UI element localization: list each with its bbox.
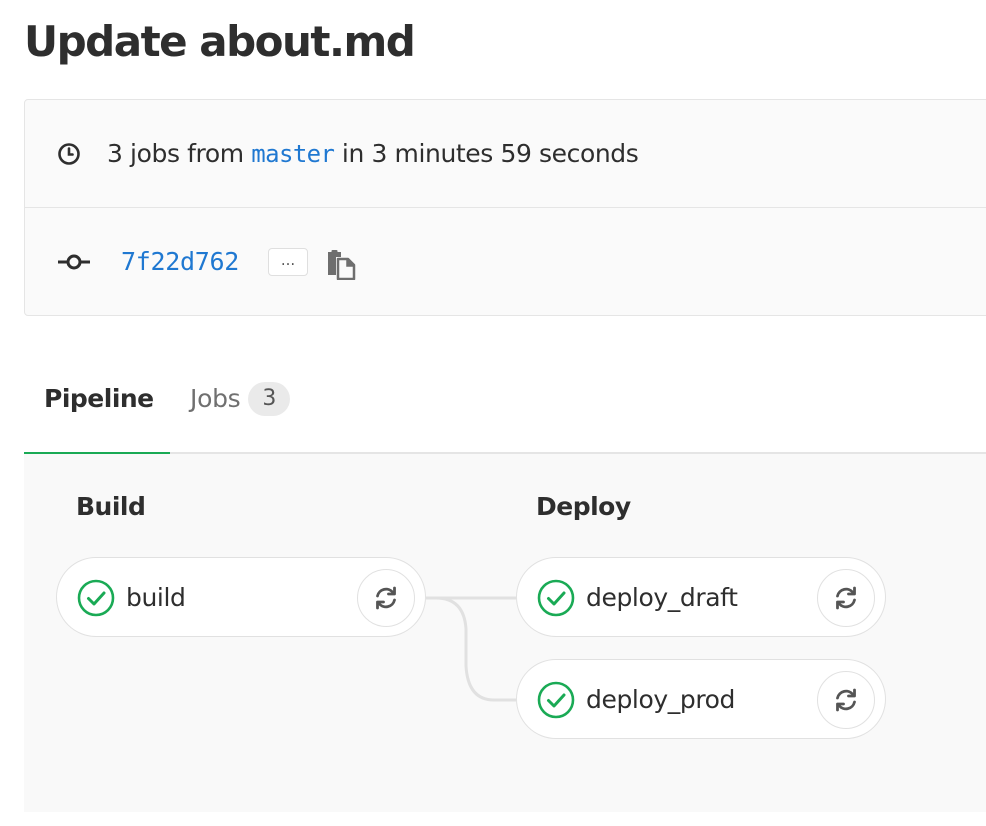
- job-deploy-prod[interactable]: deploy_prod: [516, 659, 886, 739]
- summary-suffix: in 3 minutes 59 seconds: [334, 139, 639, 168]
- clipboard-icon[interactable]: [325, 248, 357, 280]
- page-title: Update about.md: [24, 17, 416, 66]
- tab-pipeline[interactable]: Pipeline: [24, 356, 170, 456]
- retry-icon: [836, 586, 856, 610]
- retry-button[interactable]: [357, 569, 415, 627]
- commit-sha-link[interactable]: 7f22d762: [121, 244, 239, 280]
- expand-commit-message-button[interactable]: ...: [268, 248, 308, 276]
- pipeline-graph: Build Deploy build deploy_draft deploy_p…: [24, 454, 986, 812]
- jobs-count-badge: 3: [248, 382, 291, 416]
- status-success-icon: [537, 681, 575, 719]
- commit-icon: [58, 254, 90, 270]
- clock-icon: [58, 143, 80, 165]
- retry-icon: [376, 586, 396, 610]
- pipeline-summary-row: 3 jobs from master in 3 minutes 59 secon…: [25, 100, 986, 208]
- pipeline-info-box: 3 jobs from master in 3 minutes 59 secon…: [24, 99, 986, 316]
- job-deploy-draft[interactable]: deploy_draft: [516, 557, 886, 637]
- status-success-icon: [537, 579, 575, 617]
- retry-icon: [836, 688, 856, 712]
- job-name: deploy_prod: [586, 685, 736, 714]
- job-build[interactable]: build: [56, 557, 426, 637]
- pipeline-summary-text: 3 jobs from master in 3 minutes 59 secon…: [107, 136, 639, 172]
- job-name: deploy_draft: [586, 583, 738, 612]
- retry-button[interactable]: [817, 569, 875, 627]
- stage-title-build: Build: [76, 492, 146, 521]
- stage-title-deploy: Deploy: [536, 492, 631, 521]
- pipeline-tabs: Pipeline Jobs 3: [24, 356, 986, 456]
- status-success-icon: [77, 579, 115, 617]
- branch-link[interactable]: master: [251, 140, 335, 168]
- tab-pipeline-label: Pipeline: [44, 384, 154, 413]
- job-name: build: [126, 583, 186, 612]
- tab-jobs[interactable]: Jobs 3: [190, 382, 291, 416]
- tab-jobs-label: Jobs: [190, 384, 241, 413]
- summary-prefix: 3 jobs from: [107, 139, 252, 168]
- retry-button[interactable]: [817, 671, 875, 729]
